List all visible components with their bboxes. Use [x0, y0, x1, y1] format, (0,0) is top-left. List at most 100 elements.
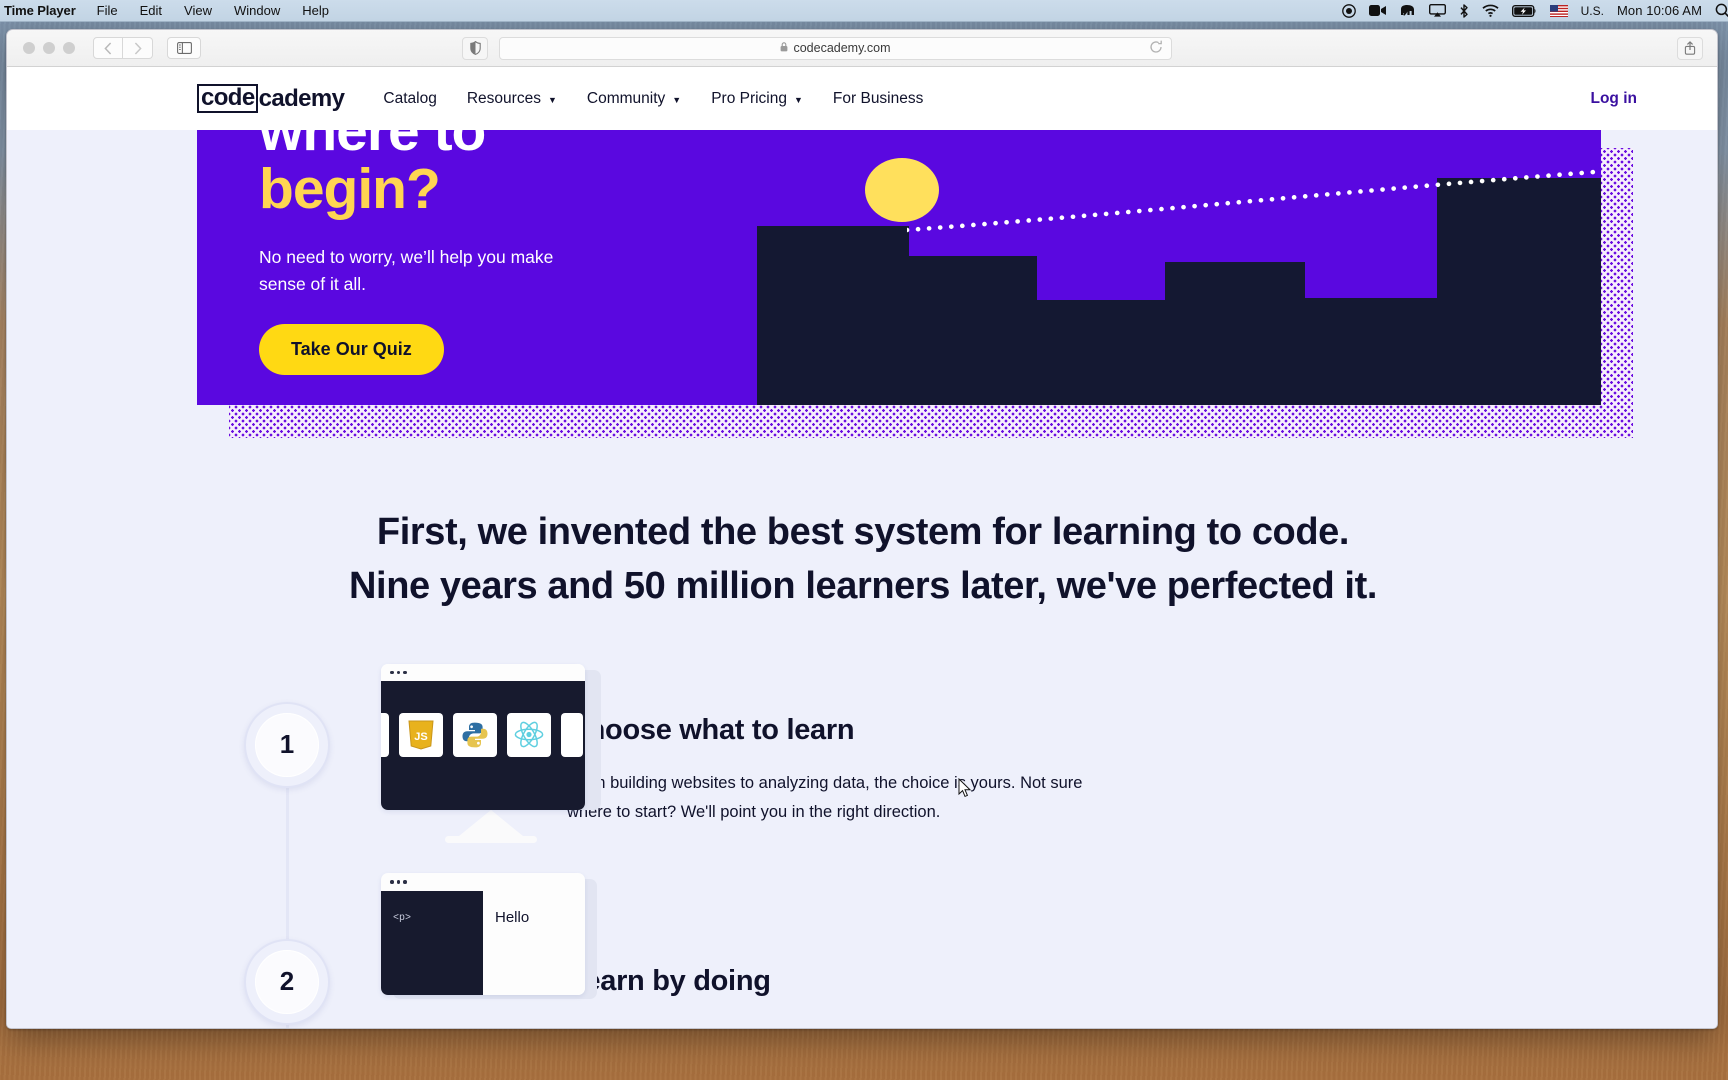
address-bar-url: codecademy.com — [793, 41, 891, 55]
privacy-shield-icon[interactable] — [462, 36, 488, 60]
step-number-badge: 2 — [244, 938, 330, 1025]
monitor-titlebar — [381, 663, 585, 681]
hero-title-line1: where to — [259, 130, 486, 163]
nav-item-for-business[interactable]: For Business — [818, 90, 938, 108]
share-button[interactable] — [1677, 36, 1703, 60]
hero-banner: where to begin? No need to worry, we’ll … — [197, 130, 1601, 405]
bluetooth-icon[interactable] — [1459, 3, 1469, 18]
lock-icon — [780, 41, 788, 55]
nav-item-community[interactable]: Community ▼ — [572, 90, 696, 108]
headline-line-2: Nine years and 50 million learners later… — [349, 564, 1377, 607]
wifi-icon[interactable] — [1482, 4, 1499, 17]
nav-item-label: Resources — [466, 89, 541, 107]
nav-item-label: Pro Pricing — [711, 89, 787, 107]
city-block-shape — [1033, 300, 1169, 405]
record-icon[interactable] — [1341, 3, 1356, 18]
city-block-shape — [1301, 298, 1441, 405]
nav-links: Catalog Resources ▼ Community ▼ Pro Pric… — [368, 90, 938, 108]
safari-browser-window: codecademy.com code cademy Catalog Resour… — [6, 29, 1718, 1029]
headline-line-1: First, we invented the best system for l… — [376, 511, 1350, 553]
close-button[interactable] — [23, 42, 35, 54]
elephant-icon[interactable] — [1399, 4, 1416, 17]
sidebar-toggle-button[interactable] — [167, 37, 201, 59]
login-link[interactable]: Log in — [1591, 90, 1638, 108]
javascript-icon: JS — [399, 712, 443, 757]
city-block-shape — [1165, 262, 1305, 405]
menu-bar-clock[interactable]: Mon 10:06 AM — [1617, 3, 1702, 18]
monitor-viewport: JS — [381, 680, 585, 810]
hero-subtitle: No need to worry, we’ll help you make se… — [259, 247, 554, 294]
section-headline: First, we invented the best system for l… — [7, 506, 1717, 614]
step-item: 2 <p> Hello Learn by doing — [7, 872, 1717, 1025]
step-number: 2 — [255, 949, 319, 1014]
monitor-screen: JS — [381, 663, 585, 810]
step-title: Learn by doing — [567, 964, 771, 997]
svg-text:JS: JS — [414, 731, 427, 743]
step-rail: 1 JS — [7, 663, 601, 1028]
step-description: From building websites to analyzing data… — [567, 773, 1083, 821]
battery-charging-icon[interactable] — [1511, 4, 1537, 17]
menu-bar-status-items: U.S. Mon 10:06 AM — [1341, 3, 1728, 18]
reload-icon[interactable] — [1149, 40, 1163, 57]
input-language-label[interactable]: U.S. — [1581, 4, 1604, 18]
menu-item-help[interactable]: Help — [291, 3, 340, 18]
menu-item-view[interactable]: View — [173, 3, 223, 18]
logo-boxed-text: code — [197, 84, 258, 113]
step-title: Choose what to learn — [567, 713, 855, 746]
nav-item-catalog[interactable]: Catalog — [368, 90, 451, 108]
nav-item-label: Catalog — [383, 89, 437, 107]
tile-partial-left — [381, 712, 389, 757]
forward-button[interactable] — [123, 37, 153, 59]
nav-item-pro-pricing[interactable]: Pro Pricing ▼ — [696, 90, 818, 108]
take-quiz-button[interactable]: Take Our Quiz — [259, 323, 444, 375]
macos-menu-bar: Time Player File Edit View Window Help U… — [0, 0, 1728, 22]
back-button[interactable] — [93, 37, 123, 59]
chevron-down-icon: ▼ — [672, 94, 682, 105]
web-page-content: code cademy Catalog Resources ▼ Community… — [7, 67, 1717, 1028]
hero-title-line2: begin? — [259, 157, 441, 222]
step-text-block: Learn by doing — [567, 919, 1087, 998]
zoom-button[interactable] — [63, 42, 75, 54]
nav-item-resources[interactable]: Resources ▼ — [452, 90, 572, 108]
mouse-cursor — [958, 777, 972, 798]
browser-mock-body: <p> Hello — [381, 890, 585, 995]
browser-mock-titlebar — [381, 873, 585, 891]
hero-section: where to begin? No need to worry, we’ll … — [197, 130, 1633, 438]
code-pane-text: <p> — [381, 890, 483, 995]
navigation-buttons — [93, 37, 153, 59]
preview-pane-text: Hello — [483, 890, 585, 995]
menu-bar-left: Time Player File Edit View Window Help — [0, 3, 340, 18]
chevron-down-icon: ▼ — [547, 94, 557, 105]
address-bar[interactable]: codecademy.com — [499, 36, 1172, 60]
menu-item-file[interactable]: File — [86, 3, 129, 18]
browser-mock-illustration: <p> Hello — [381, 872, 597, 999]
chevron-down-icon: ▼ — [794, 94, 803, 105]
menu-item-edit[interactable]: Edit — [129, 3, 173, 18]
step-illustration: JS — [381, 663, 601, 843]
spotlight-search-icon[interactable] — [1715, 3, 1728, 18]
steps-section: 1 JS Choose what to learn From building … — [7, 663, 1717, 1028]
step-illustration: <p> Hello — [381, 872, 597, 999]
video-camera-icon[interactable] — [1368, 4, 1386, 17]
monitor-illustration: JS — [381, 663, 601, 843]
browser-toolbar: codecademy.com — [7, 30, 1717, 67]
hero-title: where to begin? — [259, 130, 819, 218]
us-flag-icon[interactable] — [1549, 4, 1568, 17]
dotted-trajectory-line — [907, 162, 1601, 236]
step-item: 1 JS Choose what to learn From building … — [7, 663, 1717, 1028]
step-number: 1 — [255, 712, 319, 777]
logo-rest-text: cademy — [258, 84, 345, 112]
codecademy-logo[interactable]: code cademy — [197, 84, 345, 113]
menu-app-name[interactable]: Time Player — [0, 3, 86, 18]
airplay-icon[interactable] — [1428, 4, 1446, 17]
minimize-button[interactable] — [43, 42, 55, 54]
monitor-stand — [459, 809, 523, 836]
react-icon — [507, 712, 551, 757]
step-number-badge: 1 — [244, 701, 330, 788]
tile-partial-right — [561, 712, 583, 757]
menu-item-window[interactable]: Window — [223, 3, 291, 18]
nav-item-label: For Business — [832, 89, 924, 107]
hero-text-block: where to begin? No need to worry, we’ll … — [259, 130, 819, 375]
step-text-block: Choose what to learn From building websi… — [567, 682, 1087, 827]
language-tiles: JS — [381, 712, 583, 757]
